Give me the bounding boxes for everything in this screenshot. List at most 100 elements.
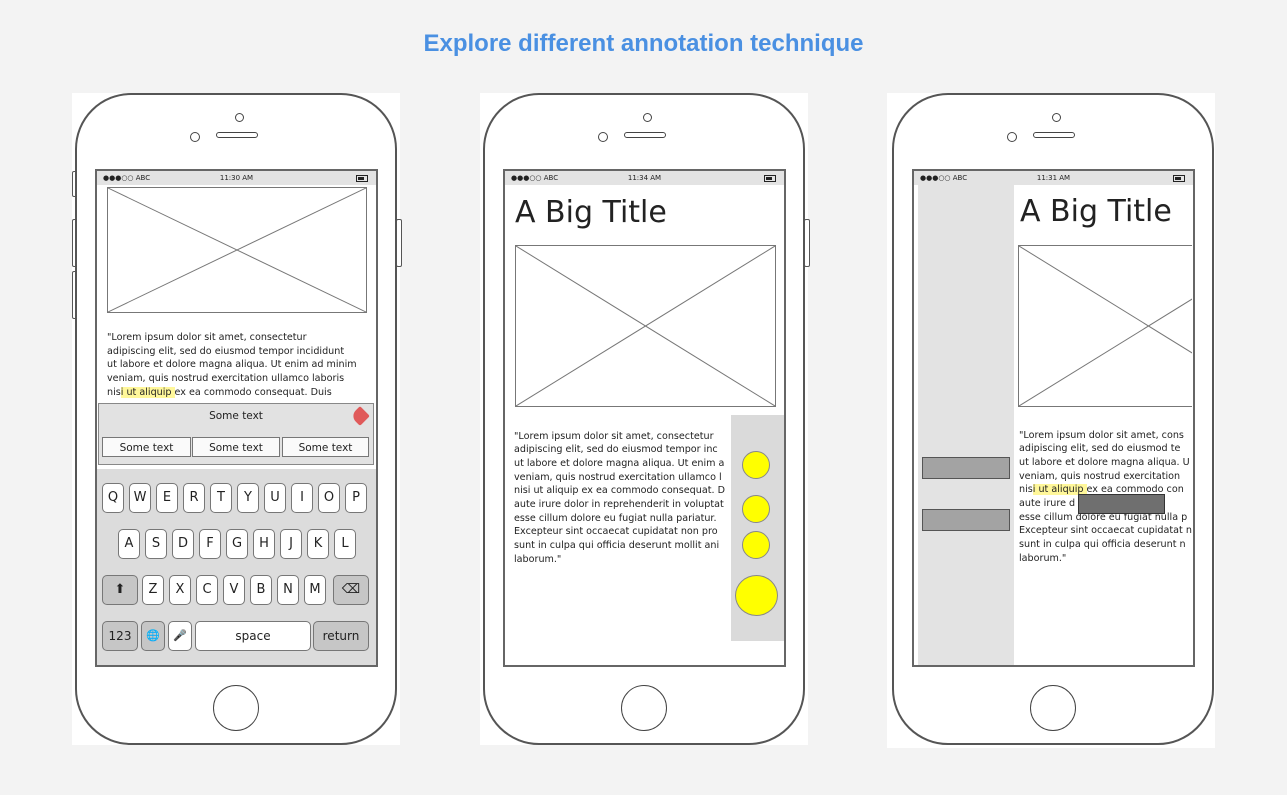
paragraph-line: ut labore et dolore magna aliqua. U bbox=[1019, 457, 1190, 468]
front-camera bbox=[598, 132, 608, 142]
earpiece-speaker bbox=[624, 132, 666, 138]
annotation-title: Some text bbox=[209, 410, 263, 422]
paragraph-line: veniam, quis nostrud exercitation bbox=[1019, 471, 1184, 482]
front-camera bbox=[1007, 132, 1017, 142]
paragraph-line: veniam, quis nostrud exercitation ullamc… bbox=[107, 373, 345, 384]
key-l[interactable]: L bbox=[334, 529, 356, 559]
key-t[interactable]: T bbox=[210, 483, 232, 513]
home-button[interactable] bbox=[213, 685, 259, 731]
phone-frame: ●●●○○ ABC 11:34 AM A Big Title "Lorem ip… bbox=[483, 93, 805, 745]
annotation-popover: Some text Some text Some text Some text bbox=[98, 403, 374, 465]
paragraph-line: esse cillum dolore eu fugiat nulla paria… bbox=[514, 513, 717, 524]
battery-icon bbox=[356, 175, 368, 182]
key-g[interactable]: G bbox=[226, 529, 248, 559]
battery-icon bbox=[1173, 175, 1185, 182]
key-q[interactable]: Q bbox=[102, 483, 124, 513]
status-time: 11:30 AM bbox=[219, 174, 254, 182]
annotation-option-button[interactable]: Some text bbox=[102, 437, 191, 457]
wireframe-panel-1: ●●●○○ ABC 11:30 AM "Lorem ipsum dolor si… bbox=[72, 93, 402, 745]
text-after: ex ea commodo consequat. Duis bbox=[174, 387, 332, 398]
phone-screen: ●●●○○ ABC 11:30 AM "Lorem ipsum dolor si… bbox=[95, 169, 378, 667]
proximity-sensor bbox=[235, 113, 244, 122]
key-x[interactable]: X bbox=[169, 575, 191, 605]
status-time: 11:31 AM bbox=[1036, 174, 1071, 182]
key-d[interactable]: D bbox=[172, 529, 194, 559]
earpiece-speaker bbox=[1033, 132, 1075, 138]
key-y[interactable]: Y bbox=[237, 483, 259, 513]
annotation-bar[interactable] bbox=[922, 509, 1010, 531]
shift-key[interactable]: ⬆ bbox=[102, 575, 138, 605]
page-title: Explore different annotation technique bbox=[423, 30, 864, 57]
paragraph-line: adipiscing elit, sed do eiusmod tempor i… bbox=[514, 444, 718, 455]
big-title: A Big Title bbox=[515, 195, 667, 230]
key-f[interactable]: F bbox=[199, 529, 221, 559]
key-i[interactable]: I bbox=[291, 483, 313, 513]
keyboard: Q W E R T Y U I O P A S D F G H J K L ⬆ … bbox=[97, 469, 376, 665]
key-r[interactable]: R bbox=[183, 483, 205, 513]
wireframe-panel-2: ●●●○○ ABC 11:34 AM A Big Title "Lorem ip… bbox=[480, 93, 810, 745]
annotation-marker[interactable] bbox=[742, 531, 770, 559]
front-camera bbox=[190, 132, 200, 142]
highlighted-line: nisi ut aliquip ex ea commodo consequat.… bbox=[107, 386, 332, 400]
status-bar: ●●●○○ ABC 11:31 AM bbox=[914, 171, 1193, 185]
home-button[interactable] bbox=[1030, 685, 1076, 731]
paragraph-line: sunt in culpa qui officia deserunt n bbox=[1019, 539, 1186, 550]
numbers-key[interactable]: 123 bbox=[102, 621, 138, 651]
home-button[interactable] bbox=[621, 685, 667, 731]
key-k[interactable]: K bbox=[307, 529, 329, 559]
annotation-marker[interactable] bbox=[742, 495, 770, 523]
paragraph-line: "Lorem ipsum dolor sit amet, consectetur bbox=[514, 431, 714, 442]
annotation-marker[interactable] bbox=[735, 575, 778, 616]
highlighted-text[interactable]: i ut aliquip bbox=[120, 387, 175, 398]
key-p[interactable]: P bbox=[345, 483, 367, 513]
microphone-icon[interactable]: 🎤 bbox=[168, 621, 192, 651]
key-b[interactable]: B bbox=[250, 575, 272, 605]
phone-screen: ●●●○○ ABC 11:31 AM A Big Title "Lorem ip… bbox=[912, 169, 1195, 667]
annotation-option-button[interactable]: Some text bbox=[192, 437, 280, 457]
paragraph-line: Excepteur sint occaecat cupidatat n bbox=[1019, 525, 1192, 536]
key-c[interactable]: C bbox=[196, 575, 218, 605]
annotation-marker[interactable] bbox=[742, 451, 770, 479]
annotation-sidebar bbox=[918, 185, 1014, 665]
key-h[interactable]: H bbox=[253, 529, 275, 559]
return-key[interactable]: return bbox=[313, 621, 369, 651]
globe-icon[interactable]: 🌐 bbox=[141, 621, 165, 651]
paragraph-line: veniam, quis nostrud exercitation ullamc… bbox=[514, 472, 722, 483]
paragraph-line: nisi ut aliquip ex ea commodo consequat.… bbox=[514, 485, 725, 496]
key-o[interactable]: O bbox=[318, 483, 340, 513]
paragraph-line: Excepteur sint occaecat cupidatat non pr… bbox=[514, 526, 718, 537]
key-m[interactable]: M bbox=[304, 575, 326, 605]
text-before: nis bbox=[107, 387, 121, 398]
annotation-option-button[interactable]: Some text bbox=[282, 437, 369, 457]
status-time: 11:34 AM bbox=[627, 174, 662, 182]
key-a[interactable]: A bbox=[118, 529, 140, 559]
key-w[interactable]: W bbox=[129, 483, 151, 513]
annotation-bar[interactable] bbox=[922, 457, 1010, 479]
image-placeholder bbox=[1018, 245, 1193, 407]
key-j[interactable]: J bbox=[280, 529, 302, 559]
backspace-key[interactable]: ⌫ bbox=[333, 575, 369, 605]
key-s[interactable]: S bbox=[145, 529, 167, 559]
battery-icon bbox=[764, 175, 776, 182]
key-z[interactable]: Z bbox=[142, 575, 164, 605]
image-placeholder bbox=[107, 187, 367, 313]
paragraph-line: ut labore et dolore magna aliqua. Ut eni… bbox=[514, 458, 725, 469]
annotation-tooltip-bar[interactable] bbox=[1078, 494, 1165, 514]
annotation-marker-strip bbox=[731, 415, 784, 641]
image-placeholder bbox=[515, 245, 776, 407]
key-u[interactable]: U bbox=[264, 483, 286, 513]
key-n[interactable]: N bbox=[277, 575, 299, 605]
phone-screen: ●●●○○ ABC 11:34 AM A Big Title "Lorem ip… bbox=[503, 169, 786, 667]
key-e[interactable]: E bbox=[156, 483, 178, 513]
status-bar: ●●●○○ ABC 11:34 AM bbox=[505, 171, 784, 185]
screen-cutoff bbox=[1192, 231, 1193, 665]
phone-frame: ●●●○○ ABC 11:30 AM "Lorem ipsum dolor si… bbox=[75, 93, 397, 745]
proximity-sensor bbox=[643, 113, 652, 122]
earpiece-speaker bbox=[216, 132, 258, 138]
key-v[interactable]: V bbox=[223, 575, 245, 605]
space-key[interactable]: space bbox=[195, 621, 311, 651]
paragraph-line: laborum." bbox=[1019, 553, 1067, 564]
paragraph-line: adipiscing elit, sed do eiusmod te bbox=[1019, 443, 1181, 454]
text-before: nis bbox=[1019, 484, 1033, 495]
paragraph-line: sunt in culpa qui officia deserunt molli… bbox=[514, 540, 720, 551]
